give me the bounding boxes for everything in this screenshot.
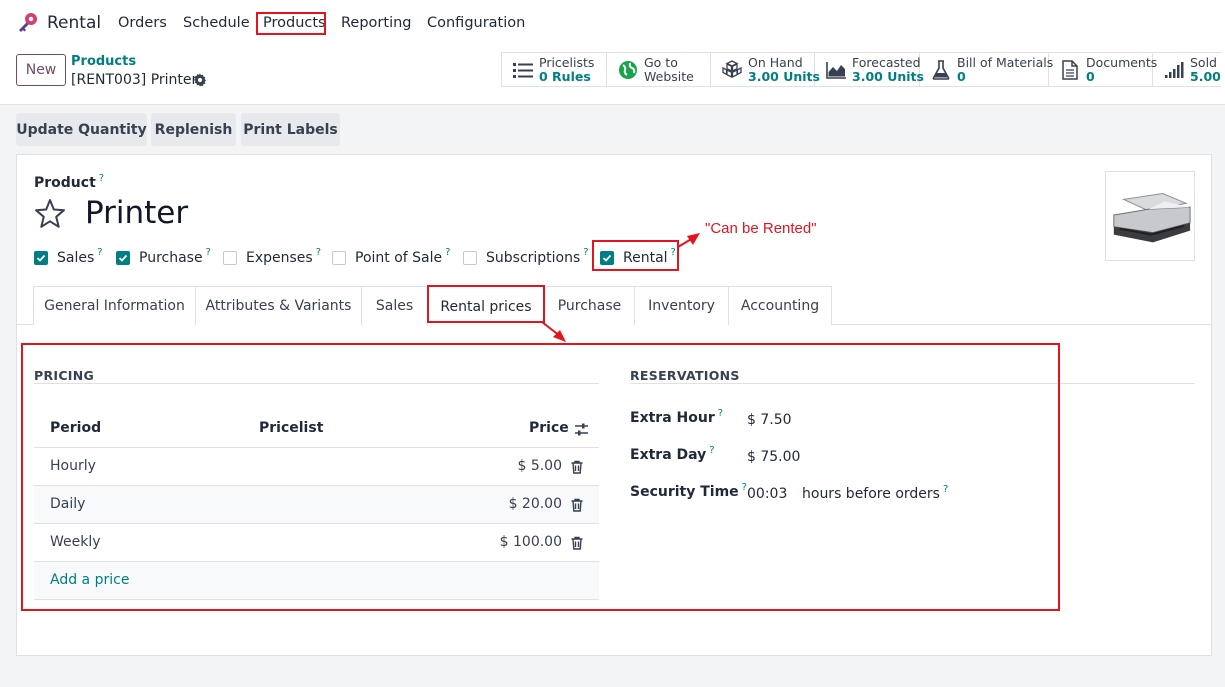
breadcrumb-products[interactable]: Products: [71, 54, 136, 69]
smart-button-pricelists[interactable]: Pricelists 0 Rules: [502, 53, 607, 86]
checkbox-pos-box[interactable]: [332, 251, 346, 265]
globe-icon: [619, 60, 637, 79]
checkbox-purchase-box[interactable]: [116, 251, 130, 265]
menu-configuration[interactable]: Configuration: [427, 15, 525, 31]
annotation-can-be-rented: "Can be Rented": [705, 220, 817, 237]
file-icon: [1062, 59, 1078, 80]
menu-schedule[interactable]: Schedule: [183, 15, 250, 31]
replenish-button[interactable]: Replenish: [151, 113, 236, 146]
favorite-star-icon[interactable]: [33, 197, 67, 231]
breadcrumb-current: [RENT003] Printer: [71, 72, 198, 88]
list-icon: [513, 62, 533, 78]
smart-website-label2: Website: [644, 68, 694, 84]
smart-button-bom[interactable]: Bill of Materials 0: [920, 53, 1053, 86]
checkbox-point-of-sale[interactable]: Point of Sale?: [332, 246, 451, 266]
smart-button-forecasted[interactable]: Forecasted 3.00 Units: [815, 53, 924, 86]
area-chart-icon: [826, 61, 846, 79]
checkbox-purchase[interactable]: Purchase?: [116, 246, 211, 266]
checkbox-purchase-label: Purchase: [139, 250, 203, 266]
smart-pricelists-value: 0 Rules: [539, 68, 591, 84]
smart-sold-value: 5.00 U: [1190, 68, 1221, 84]
help-mark: ?: [315, 246, 322, 258]
cubes-icon: [722, 59, 742, 78]
checkbox-expenses-box[interactable]: [223, 251, 237, 265]
form-sheet: Product? Printer Sales? Purchase? Expens…: [16, 154, 1212, 656]
checkbox-expenses-label: Expenses: [246, 250, 313, 266]
smart-website-label1: Go to: [644, 54, 678, 70]
products-highlight-box: [256, 12, 326, 35]
smart-on-hand-value: 3.00 Units: [748, 68, 820, 84]
checkbox-subscriptions[interactable]: Subscriptions?: [463, 246, 589, 266]
tab-purchase[interactable]: Purchase: [544, 286, 635, 325]
print-labels-button[interactable]: Print Labels: [241, 113, 340, 146]
tab-general-information[interactable]: General Information: [33, 286, 196, 325]
check-icon: [36, 254, 46, 262]
notebook-tabs: General Information Attributes & Variant…: [17, 285, 1211, 326]
rental-prices-content-highlight-box: [21, 343, 1060, 611]
tab-accounting[interactable]: Accounting: [728, 286, 832, 325]
product-image[interactable]: [1105, 171, 1195, 261]
tab-sales[interactable]: Sales: [361, 286, 428, 325]
smart-button-website[interactable]: Go to Website: [607, 53, 711, 86]
help-mark: ?: [98, 173, 105, 184]
smart-button-sold[interactable]: Sold5.00 U: [1153, 53, 1221, 86]
product-label: Product?: [34, 173, 105, 191]
menu-reporting[interactable]: Reporting: [341, 15, 412, 31]
rental-prices-highlight-box: [427, 285, 545, 323]
smart-pricelists-label: Pricelists: [539, 54, 595, 70]
signal-icon: [1165, 61, 1184, 78]
smart-bom-value: 0: [957, 68, 966, 84]
smart-forecasted-value: 3.00 Units: [852, 68, 924, 84]
smart-button-on-hand[interactable]: On Hand 3.00 Units: [711, 53, 820, 86]
help-mark: ?: [97, 246, 103, 258]
smart-buttons-bar: Pricelists 0 Rules Go to Website On Hand 3.…: [501, 52, 1221, 87]
flask-icon: [932, 59, 950, 80]
rental-app-icon[interactable]: [16, 11, 40, 35]
app-name[interactable]: Rental: [47, 13, 101, 33]
rental-highlight-box: [592, 240, 679, 271]
control-panel: New Products [RENT003] Printer Pricelist…: [0, 46, 1225, 105]
smart-bom-label: Bill of Materials: [957, 54, 1054, 70]
checkbox-sales[interactable]: Sales?: [34, 246, 103, 266]
check-icon: [118, 254, 128, 262]
smart-on-hand-label: On Hand: [748, 54, 803, 70]
update-quantity-button[interactable]: Update Quantity: [16, 113, 147, 146]
smart-forecasted-label: Forecasted: [852, 54, 921, 70]
menu-orders[interactable]: Orders: [118, 15, 167, 31]
new-button[interactable]: New: [16, 54, 66, 86]
top-navbar: Rental Orders Schedule Products Reportin…: [0, 0, 1225, 46]
checkbox-subscriptions-box[interactable]: [463, 251, 477, 265]
checkbox-sales-box[interactable]: [34, 251, 48, 265]
tab-inventory[interactable]: Inventory: [634, 286, 729, 325]
checkbox-pos-label: Point of Sale: [355, 250, 443, 266]
checkbox-subscriptions-label: Subscriptions: [486, 250, 581, 266]
smart-button-documents[interactable]: Documents 0: [1049, 53, 1157, 86]
checkbox-sales-label: Sales: [57, 250, 95, 266]
smart-sold-label: Sold: [1190, 54, 1217, 70]
product-name[interactable]: Printer: [85, 195, 188, 231]
checkbox-expenses[interactable]: Expenses?: [223, 246, 322, 266]
help-mark: ?: [445, 246, 451, 258]
help-mark: ?: [205, 246, 211, 258]
gear-icon[interactable]: [193, 73, 207, 87]
tab-attributes-variants[interactable]: Attributes & Variants: [195, 286, 362, 325]
help-mark: ?: [583, 246, 589, 258]
smart-documents-label: Documents: [1086, 54, 1158, 70]
smart-documents-value: 0: [1086, 68, 1095, 84]
